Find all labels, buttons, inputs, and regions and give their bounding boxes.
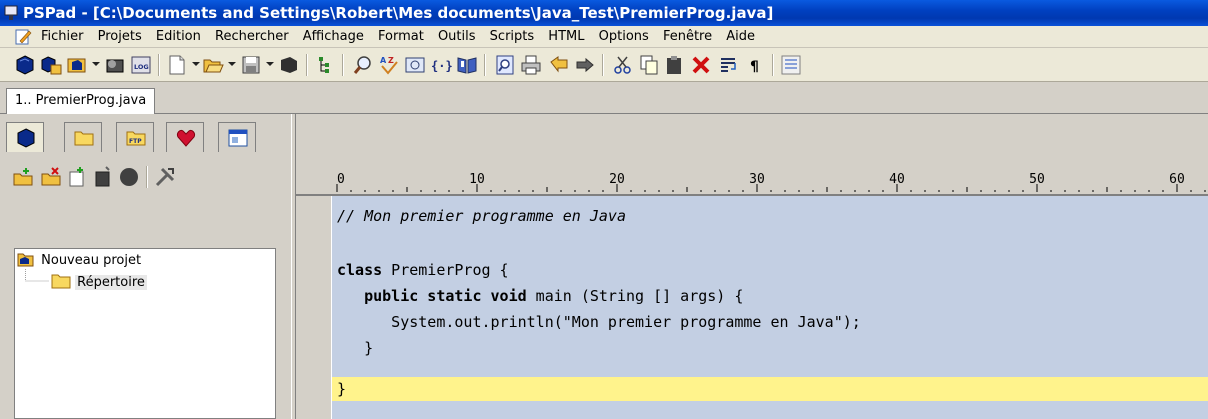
redo-icon[interactable] — [574, 54, 596, 76]
ruler-label: 60 — [1169, 172, 1185, 187]
menu-bar: Fichier Projets Edition Rechercher Affic… — [0, 26, 1208, 48]
ruler-label: 50 — [1029, 172, 1045, 187]
main-toolbar: LOG AZ {·} ¶ — [0, 48, 1208, 82]
tree-item-project[interactable]: Nouveau projet — [17, 251, 143, 271]
editor-gutter — [296, 196, 332, 419]
heart-icon — [177, 130, 195, 147]
project-close-icon[interactable] — [118, 166, 140, 188]
search-file-icon[interactable] — [494, 54, 516, 76]
project-tab-icon — [17, 128, 35, 148]
keyword-public-static-void: public static void — [364, 287, 527, 305]
spellcheck-icon[interactable]: AZ — [378, 54, 400, 76]
keyword-class: class — [337, 261, 383, 279]
code-line-4: public static void main (String [] args)… — [337, 284, 743, 308]
code-line-1: // Mon premier programme en Java — [337, 207, 626, 225]
ruler-label: 20 — [609, 172, 625, 187]
pspad-app-icon[interactable] — [4, 5, 18, 21]
svg-text:LOG: LOG — [134, 63, 149, 71]
ruler-label: 40 — [889, 172, 905, 187]
add-file-icon[interactable] — [66, 166, 88, 188]
open-file-icon[interactable] — [202, 54, 224, 76]
window-title: PSPad - [C:\Documents and Settings\Rober… — [23, 4, 774, 22]
menu-projets[interactable]: Projets — [93, 28, 147, 46]
code-line-4-rest: main (String [] args) { — [526, 287, 744, 305]
favorites-tab[interactable] — [166, 122, 204, 152]
menu-html[interactable]: HTML — [543, 28, 589, 46]
project-settings-icon[interactable] — [154, 166, 176, 188]
code-line-5: System.out.println("Mon premier programm… — [337, 313, 861, 331]
code-line-4-indent — [337, 287, 364, 305]
open-project-icon[interactable] — [40, 54, 62, 76]
close-icon[interactable] — [278, 54, 300, 76]
remove-folder-icon[interactable] — [40, 166, 62, 188]
find-icon[interactable] — [352, 54, 374, 76]
tab-premierprog-java[interactable]: 1.. PremierProg.java — [6, 88, 156, 114]
ftp-tab[interactable]: FTP — [116, 122, 154, 152]
menu-scripts[interactable]: Scripts — [485, 28, 539, 46]
wrap-icon[interactable] — [718, 54, 740, 76]
new-folder-icon[interactable] — [12, 166, 34, 188]
menu-rechercher[interactable]: Rechercher — [210, 28, 294, 46]
new-file-icon[interactable] — [166, 54, 188, 76]
svg-text:Z: Z — [388, 56, 394, 65]
code-line-3: class PremierProg { — [337, 258, 509, 282]
files-tab[interactable] — [64, 122, 102, 152]
menu-edition[interactable]: Edition — [151, 28, 206, 46]
undo-icon[interactable] — [548, 54, 570, 76]
project-tab[interactable] — [6, 122, 44, 152]
menu-outils[interactable]: Outils — [433, 28, 481, 46]
folder-icon — [51, 274, 71, 289]
open-project-tree-icon — [17, 253, 34, 267]
svg-text:A: A — [380, 56, 387, 65]
clips-tab[interactable] — [218, 122, 256, 152]
log-icon[interactable]: LOG — [130, 54, 152, 76]
preview-icon[interactable] — [404, 54, 426, 76]
ruler-label: 10 — [469, 172, 485, 187]
project-tree: Nouveau projet Répertoire — [14, 248, 276, 419]
tree-icon[interactable] — [314, 54, 336, 76]
save-icon[interactable] — [240, 54, 262, 76]
print-icon[interactable] — [520, 54, 542, 76]
code-line-3-rest: PremierProg { — [382, 261, 509, 279]
code-icon[interactable]: {·} — [430, 54, 452, 76]
svg-text:{·}: {·} — [431, 59, 452, 73]
cut-icon[interactable] — [612, 54, 634, 76]
window-list-icon — [228, 129, 248, 147]
project-toolbar — [0, 154, 291, 194]
title-bar[interactable]: PSPad - [C:\Documents and Settings\Rober… — [0, 0, 1208, 26]
code-editor[interactable]: // Mon premier programme en Java class P… — [296, 194, 1208, 419]
svg-text:¶: ¶ — [750, 59, 759, 75]
menu-fichier[interactable]: Fichier — [36, 28, 89, 46]
tree-item-project-label: Nouveau projet — [41, 253, 142, 268]
paste-icon[interactable] — [664, 54, 686, 76]
menu-fenetre[interactable]: Fenêtre — [658, 28, 717, 46]
delete-icon[interactable] — [690, 54, 712, 76]
folder-tab-icon — [74, 131, 94, 146]
column-ruler: 0 10 20 30 40 50 60 — [296, 170, 1208, 194]
open-project-dropdown-icon[interactable] — [66, 54, 88, 76]
menu-affichage[interactable]: Affichage — [298, 28, 369, 46]
ftp-icon[interactable] — [104, 54, 126, 76]
column-icon[interactable] — [780, 54, 802, 76]
menu-options[interactable]: Options — [594, 28, 654, 46]
menu-aide[interactable]: Aide — [721, 28, 760, 46]
project-icon[interactable] — [14, 54, 36, 76]
document-menu-icon[interactable] — [14, 28, 32, 46]
tree-item-folder[interactable]: Répertoire — [51, 273, 147, 293]
book-icon[interactable] — [456, 54, 478, 76]
code-line-6: } — [337, 339, 374, 357]
ftp-tab-icon: FTP — [126, 131, 146, 146]
editor-text-area[interactable]: // Mon premier programme en Java class P… — [332, 196, 1208, 419]
menu-format[interactable]: Format — [373, 28, 429, 46]
copy-icon[interactable] — [638, 54, 660, 76]
ruler-label: 30 — [749, 172, 765, 187]
remove-file-icon[interactable] — [92, 166, 114, 188]
document-tab-strip: 1.. PremierProg.java — [0, 82, 1208, 114]
svg-text:FTP: FTP — [129, 138, 142, 145]
pilcrow-icon[interactable]: ¶ — [744, 54, 766, 76]
ruler-scale: 0 10 20 30 40 50 60 — [336, 172, 1206, 192]
code-line-7-current: } — [332, 377, 1208, 401]
tree-item-folder-label: Répertoire — [75, 275, 147, 290]
ruler-label: 0 — [337, 172, 345, 187]
